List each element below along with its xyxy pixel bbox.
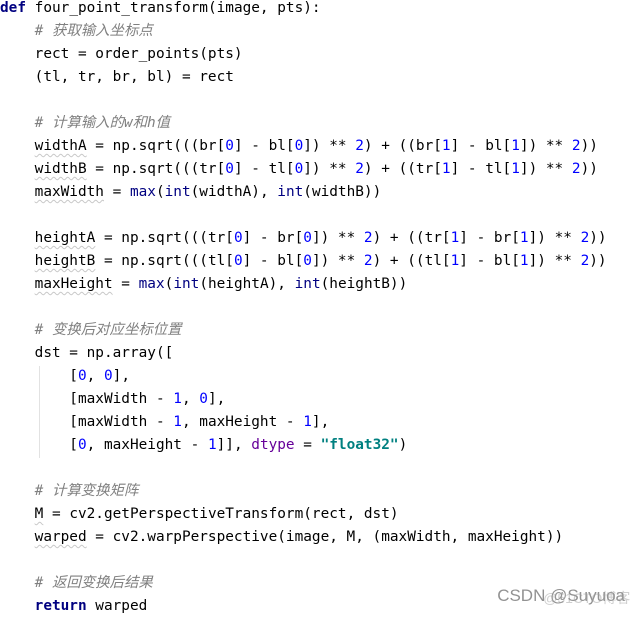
function-name: four_point_transform [34,0,208,16]
code-line: [maxWidth - 1, maxHeight - 1], [0,414,330,430]
code-line: # 获取输入坐标点 [0,20,631,43]
kwarg-dtype: dtype [251,437,295,453]
code-line: def four_point_transform(image, pts): [0,0,631,20]
code-line: warped = cv2.warpPerspective(image, M, (… [34,529,564,545]
code-line: # 计算变换矩阵 [0,480,631,503]
comment: # 获取输入坐标点 [34,23,153,39]
code-line: widthA = np.sqrt(((br[0] - bl[0]) ** 2) … [34,138,598,154]
string-literal: "float32" [320,437,399,453]
code-line: maxHeight = max(int(heightA), int(height… [34,276,408,292]
code-line: rect = order_points(pts) [0,43,631,66]
code-line: # 变换后对应坐标位置 [0,319,631,342]
variable: widthA [34,138,87,154]
code-line: (tl, tr, br, bl) = rect [0,66,631,89]
variable: maxHeight [34,276,113,292]
code-line: dst = np.array([ [0,345,174,361]
function-params: (image, pts): [207,0,321,16]
variable: widthB [34,161,87,177]
code-line: heightB = np.sqrt(((tl[0] - bl[0]) ** 2)… [34,253,607,269]
comment: # 返回变换后结果 [34,575,153,591]
comment: # 计算变换矩阵 [34,483,139,499]
code-line: [0, 0], [69,368,130,384]
code-line: heightA = np.sqrt(((tr[0] - br[0]) ** 2)… [34,230,607,246]
variable: M [34,506,44,522]
variable: maxWidth [34,184,104,200]
code-line: [0, maxHeight - 1]], dtype = "float32") [69,437,408,453]
code-text: (tl, tr, br, bl) = rect [34,69,234,85]
indent-guide [39,366,40,458]
code-line: M = cv2.getPerspectiveTransform(rect, ds… [34,506,399,522]
code-line: widthB = np.sqrt(((tr[0] - tl[0]) ** 2) … [34,161,598,177]
comment: # 计算输入的w和h值 [34,115,171,131]
watermark-overlay: @51CTO博客 [543,590,631,606]
code-text: rect = order_points(pts) [34,46,243,62]
code-line: maxWidth = max(int(widthA), int(widthB)) [34,184,382,200]
code-editor[interactable]: def four_point_transform(image, pts): # … [0,0,631,618]
code-line: [maxWidth - 1, 0], [0,391,226,407]
variable: heightB [34,253,96,269]
watermark: CSDN @Suyuoa @51CTO博客 [497,586,630,606]
variable: heightA [34,230,96,246]
comment: # 变换后对应坐标位置 [34,322,182,338]
code-line: # 计算输入的w和h值 [0,112,631,135]
variable: warped [34,529,87,545]
keyword-def: def [0,0,26,16]
